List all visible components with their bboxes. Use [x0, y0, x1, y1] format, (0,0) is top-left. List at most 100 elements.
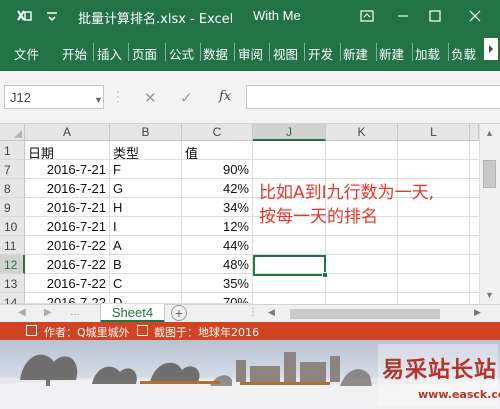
- tab-developer[interactable]: 开发: [308, 44, 338, 63]
- cell[interactable]: 35%: [182, 274, 253, 293]
- formula-bar-grip-icon: · · ·: [116, 84, 120, 108]
- scroll-thumb[interactable]: [483, 160, 496, 188]
- cell[interactable]: C: [110, 274, 182, 293]
- cell[interactable]: B: [110, 255, 182, 274]
- tab-review[interactable]: 审阅: [238, 44, 266, 63]
- quick-access-menu-icon[interactable]: [42, 6, 62, 26]
- ribbon-tabs: 文件 开始 插入 页面 公式 数据 审阅 视图 开发 新建 新建 加载 负载: [0, 32, 500, 71]
- cell[interactable]: 2016-7-22: [25, 236, 110, 255]
- tab-data[interactable]: 数据: [203, 44, 231, 63]
- ribbon-scroll-right-icon[interactable]: [484, 38, 498, 60]
- tab-formulas[interactable]: 公式: [169, 44, 197, 63]
- close-button[interactable]: [462, 4, 488, 28]
- row-header[interactable]: 7: [0, 160, 25, 179]
- cell[interactable]: 48%: [182, 255, 253, 274]
- column-header-a[interactable]: A: [25, 124, 110, 141]
- column-header-c[interactable]: C: [182, 124, 253, 141]
- more-sheets-icon[interactable]: …: [70, 307, 80, 318]
- row-header[interactable]: 14: [0, 293, 25, 310]
- horizontal-scroll-thumb[interactable]: [290, 309, 440, 319]
- tab-view[interactable]: 视图: [273, 44, 301, 63]
- tab-split-grip-icon[interactable]: ⋮: [248, 307, 258, 318]
- cell[interactable]: A: [110, 236, 182, 255]
- cell[interactable]: H: [110, 198, 182, 217]
- name-box[interactable]: J12: [4, 85, 104, 109]
- ribbon-divider: [165, 43, 166, 61]
- add-sheet-button[interactable]: +: [171, 305, 187, 321]
- cell[interactable]: 类型: [110, 141, 182, 160]
- cell[interactable]: 44%: [182, 236, 253, 255]
- tab-load[interactable]: 加载: [415, 44, 446, 63]
- row-header[interactable]: 11: [0, 236, 25, 255]
- cancel-entry-icon[interactable]: ✕: [144, 89, 157, 107]
- column-header-k[interactable]: K: [326, 124, 398, 141]
- column-header-b[interactable]: B: [110, 124, 182, 141]
- signed-in-user[interactable]: With Me: [253, 8, 301, 23]
- row-header[interactable]: 8: [0, 179, 25, 198]
- cell[interactable]: 12%: [182, 217, 253, 236]
- ribbon-display-options-icon[interactable]: [354, 4, 380, 28]
- scroll-right-icon[interactable]: ▶: [474, 307, 481, 318]
- window-title: 批量计算排名.xlsx - Excel: [78, 12, 234, 27]
- sheet-tab-active[interactable]: Sheet4: [100, 304, 165, 323]
- maximize-button[interactable]: [422, 4, 448, 28]
- column-header-l[interactable]: L: [398, 124, 470, 141]
- row-header[interactable]: 10: [0, 217, 25, 236]
- insert-function-icon[interactable]: fx: [219, 89, 231, 104]
- tab-insert[interactable]: 插入: [97, 44, 125, 63]
- cell[interactable]: 2016-7-22: [25, 274, 110, 293]
- cell[interactable]: 2016-7-21: [25, 198, 110, 217]
- cell[interactable]: 值: [182, 141, 253, 160]
- excel-logo-icon: [14, 6, 34, 26]
- next-sheet-icon[interactable]: ▶: [44, 307, 52, 318]
- tab-file[interactable]: 文件: [14, 44, 39, 63]
- cell[interactable]: 34%: [182, 198, 253, 217]
- row-header[interactable]: 1: [0, 141, 25, 160]
- ribbon-divider: [376, 43, 377, 61]
- vertical-scrollbar[interactable]: ▲ ▼: [479, 124, 500, 304]
- select-all-corner[interactable]: [0, 124, 25, 141]
- cell[interactable]: 2016-7-21: [25, 179, 110, 198]
- annotation-line: 按每一天的排名: [259, 207, 378, 227]
- fill-handle[interactable]: [322, 272, 328, 278]
- active-cell-selection[interactable]: [253, 255, 326, 276]
- row-header[interactable]: 12: [0, 255, 25, 274]
- enter-icon[interactable]: ✓: [180, 89, 193, 107]
- ribbon-divider: [340, 43, 341, 61]
- prev-sheet-icon[interactable]: ◀: [18, 307, 26, 318]
- minimize-button[interactable]: [390, 4, 416, 28]
- cell[interactable]: 2016-7-22: [25, 293, 110, 304]
- column-header-partial: [470, 124, 479, 141]
- annotation-text: 比如A到I九行数为一天, 按每一天的排名: [259, 181, 434, 229]
- cell[interactable]: F: [110, 160, 182, 179]
- cell[interactable]: G: [110, 179, 182, 198]
- cell[interactable]: 日期: [25, 141, 110, 160]
- cell[interactable]: D: [110, 293, 182, 304]
- cell[interactable]: I: [110, 217, 182, 236]
- cell[interactable]: 2016-7-21: [25, 217, 110, 236]
- column-header-j[interactable]: J: [253, 124, 326, 141]
- tab-new-1[interactable]: 新建: [343, 44, 374, 63]
- author-label: 作者：Q城里城外: [44, 326, 130, 339]
- scroll-up-icon[interactable]: ▲: [485, 128, 494, 138]
- scroll-left-icon[interactable]: ◀: [268, 307, 275, 318]
- cell[interactable]: 90%: [182, 160, 253, 179]
- tab-page-layout[interactable]: 页面: [132, 44, 162, 63]
- cell[interactable]: 2016-7-21: [25, 160, 110, 179]
- row-header[interactable]: 13: [0, 274, 25, 293]
- cell[interactable]: 2016-7-22: [25, 255, 110, 274]
- formula-input[interactable]: [246, 85, 500, 109]
- title-bar: 批量计算排名.xlsx - Excel With Me: [0, 0, 500, 32]
- row-header[interactable]: 9: [0, 198, 25, 217]
- screenshot-icon: [137, 325, 148, 336]
- scroll-down-icon[interactable]: ▼: [485, 290, 494, 300]
- tab-load-test[interactable]: 负载: [451, 44, 482, 63]
- ribbon-divider: [269, 43, 270, 61]
- photo-banner: 易采站长站 www.easck.com: [0, 340, 500, 409]
- tab-home[interactable]: 开始: [62, 44, 90, 63]
- name-box-dropdown-icon[interactable]: ▼: [94, 95, 103, 105]
- cell[interactable]: 42%: [182, 179, 253, 198]
- tab-new-2[interactable]: 新建: [379, 44, 410, 63]
- ribbon-divider: [412, 43, 413, 61]
- cell[interactable]: 70%: [182, 293, 253, 304]
